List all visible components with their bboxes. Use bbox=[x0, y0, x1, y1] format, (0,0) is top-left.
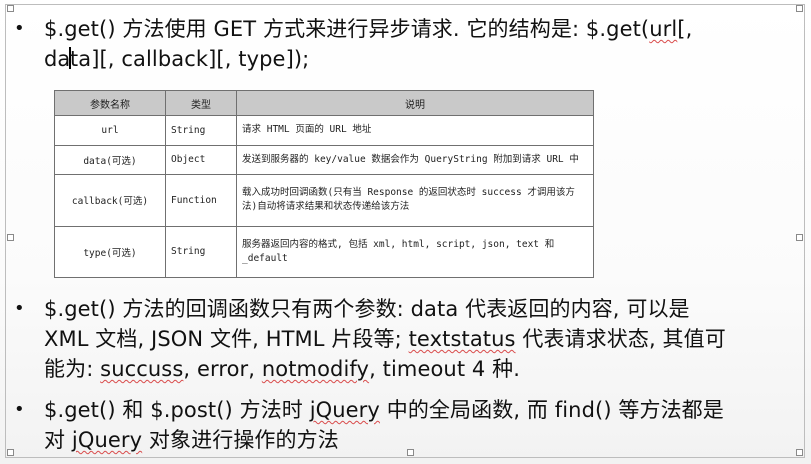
table-cell: 载入成功时回调函数(只有当 Response 的返回状态时 success 才调… bbox=[236, 174, 594, 227]
resize-handle-bottom-left[interactable] bbox=[7, 449, 14, 456]
bullet-text[interactable]: $.get() 方法的回调函数只有两个参数: data 代表返回的内容, 可以是… bbox=[44, 294, 791, 384]
table-cell: url bbox=[54, 115, 166, 146]
bullet-text[interactable]: $.get() 和 $.post() 方法时 jQuery 中的全局函数, 而 … bbox=[44, 395, 791, 455]
table-cell: 服务器返回内容的格式, 包括 xml, html, script, json, … bbox=[236, 225, 594, 279]
bullet-dot-icon: • bbox=[14, 298, 25, 319]
table-row: type(可选) String 服务器返回内容的格式, 包括 xml, html… bbox=[54, 225, 594, 279]
bullet-text[interactable]: $.get() 方法使用 GET 方式来进行异步请求. 它的结构是: $.get… bbox=[44, 14, 791, 74]
table-cell: String bbox=[165, 115, 237, 146]
table-row: data(可选) Object 发送到服务器的 key/value 数据会作为 … bbox=[54, 144, 594, 176]
table-cell: type(可选) bbox=[54, 225, 166, 279]
resize-handle-bottom-right[interactable] bbox=[796, 449, 803, 456]
table-row: url String 请求 HTML 页面的 URL 地址 bbox=[54, 115, 594, 146]
bullet-dot-icon: • bbox=[14, 18, 25, 39]
bullet-dot-icon: • bbox=[14, 399, 25, 420]
parameter-table[interactable]: 参数名称 类型 说明 url String 请求 HTML 页面的 URL 地址… bbox=[54, 90, 594, 279]
table-row: callback(可选) Function 载入成功时回调函数(只有当 Resp… bbox=[54, 174, 594, 227]
slide: • $.get() 方法使用 GET 方式来进行异步请求. 它的结构是: $.g… bbox=[0, 0, 811, 464]
table-cell: Object bbox=[165, 144, 237, 176]
table-cell: 发送到服务器的 key/value 数据会作为 QueryString 附加到请… bbox=[236, 144, 594, 176]
resize-handle-middle-right[interactable] bbox=[796, 234, 803, 241]
table-cell: String bbox=[165, 225, 237, 279]
table-cell: data(可选) bbox=[54, 144, 166, 176]
table-header-cell: 参数名称 bbox=[54, 90, 166, 116]
bullet-callback-params[interactable]: • $.get() 方法的回调函数只有两个参数: data 代表返回的内容, 可… bbox=[14, 294, 791, 384]
table-header-cell: 类型 bbox=[165, 90, 237, 116]
bullet-get-syntax[interactable]: • $.get() 方法使用 GET 方式来进行异步请求. 它的结构是: $.g… bbox=[14, 14, 791, 74]
table-cell: Function bbox=[165, 174, 237, 227]
table-cell: 请求 HTML 页面的 URL 地址 bbox=[236, 115, 594, 146]
table-cell: callback(可选) bbox=[54, 174, 166, 227]
bullet-global-functions[interactable]: • $.get() 和 $.post() 方法时 jQuery 中的全局函数, … bbox=[14, 395, 791, 455]
table-header-cell: 说明 bbox=[236, 90, 594, 116]
resize-handle-top-right[interactable] bbox=[796, 5, 803, 12]
table-header-row: 参数名称 类型 说明 bbox=[54, 90, 594, 116]
resize-handle-middle-left[interactable] bbox=[7, 234, 14, 241]
resize-handle-top-left[interactable] bbox=[7, 5, 14, 12]
